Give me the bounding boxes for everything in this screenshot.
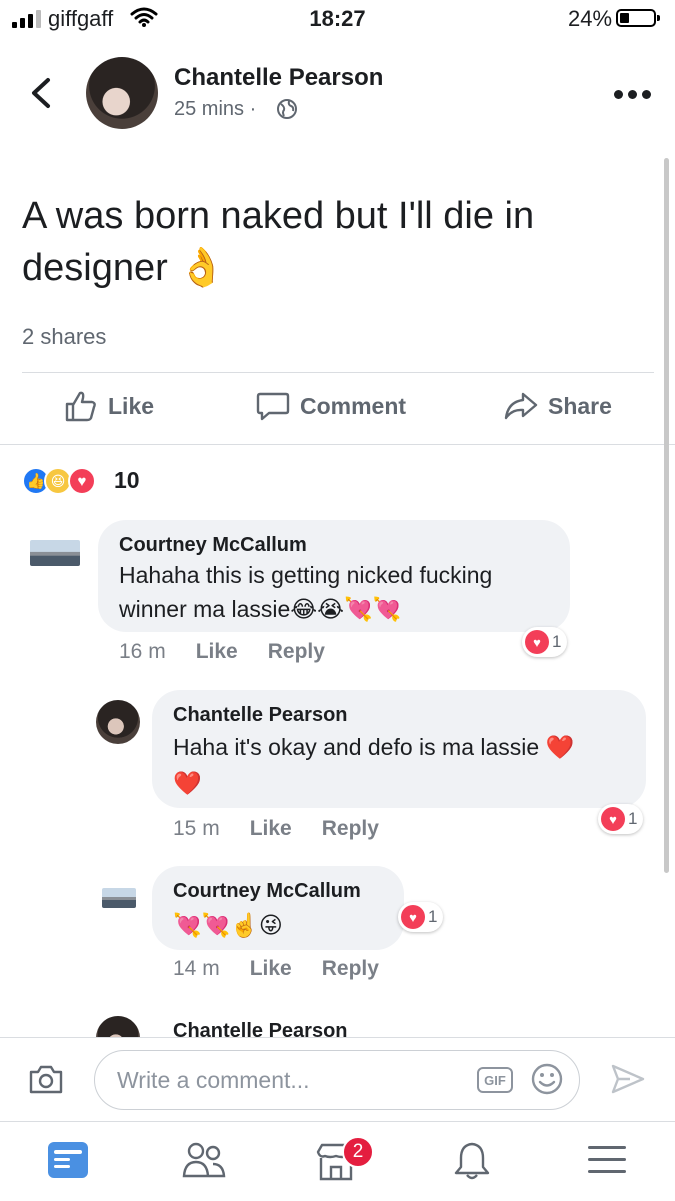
comment-meta: 14 m Like Reply [173, 957, 379, 981]
battery-percent: 24% [568, 6, 613, 31]
comment-time: 15 m [173, 817, 220, 840]
comment-time: 14 m [173, 957, 220, 980]
more-options-icon[interactable] [614, 90, 654, 100]
comment-author[interactable]: Courtney McCallum [119, 534, 307, 557]
comment-bubble: Courtney McCallum Hahaha this is getting… [98, 520, 570, 632]
comment-reaction-count: 1 [552, 632, 562, 651]
reaction-count: 10 [114, 467, 140, 493]
comment-text: Haha it's okay and defo is ma lassie ❤️ [173, 734, 575, 760]
comment-reaction-badge[interactable]: ♥ 1 [598, 804, 644, 834]
post-actions: Like Comment Share [0, 390, 675, 430]
status-bar: giffgaff 18:27 24% [0, 0, 675, 38]
heart-icon: ♥ [601, 807, 625, 831]
comment-text: winner ma lassie😂😭💘💘 [119, 596, 402, 622]
avatar[interactable] [96, 700, 140, 744]
heart-icon: ♥ [525, 630, 549, 654]
comment-reply-link[interactable]: Reply [322, 817, 379, 841]
comment-text: Hahaha this is getting nicked fucking [119, 562, 493, 588]
camera-icon[interactable] [28, 1063, 64, 1095]
comment-input[interactable]: Write a comment... GIF [94, 1050, 580, 1110]
meta-separator: · [249, 98, 257, 120]
gif-button[interactable]: GIF [477, 1067, 513, 1093]
comment-like-link[interactable]: Like [250, 817, 292, 841]
back-arrow-icon[interactable] [28, 76, 54, 110]
avatar[interactable] [30, 540, 80, 566]
post-text: A was born naked but I'll die in designe… [22, 195, 535, 289]
scrollbar[interactable] [664, 158, 669, 873]
comment-bubble: Chantelle Pearson Haha it's okay and def… [152, 690, 646, 808]
comment-like-link[interactable]: Like [250, 957, 292, 981]
comment-label: Comment [300, 392, 407, 419]
comment-meta: 16 m Like Reply [119, 640, 325, 664]
send-icon[interactable] [610, 1062, 646, 1096]
avatar[interactable] [102, 888, 136, 908]
comment-time: 16 m [119, 640, 166, 663]
comment-bubble-icon [256, 392, 290, 421]
reactions-summary[interactable]: 👍 😆 ♥ 10 [22, 467, 152, 497]
thumbs-up-icon [65, 391, 96, 422]
comment-meta: 15 m Like Reply [173, 817, 379, 841]
share-button[interactable]: Share [504, 390, 612, 422]
comment-text: 💘💘☝️😜 [173, 912, 283, 938]
comment-button[interactable]: Comment [256, 390, 406, 422]
menu-icon[interactable] [586, 1143, 628, 1177]
comment-input-placeholder: Write a comment... [117, 1067, 310, 1093]
comment-reaction-count: 1 [628, 809, 638, 828]
comment-like-link[interactable]: Like [196, 640, 238, 664]
notification-badge: 2 [342, 1136, 374, 1168]
emoji-icon[interactable] [530, 1062, 564, 1096]
like-label: Like [108, 392, 155, 419]
heart-icon: ♥ [401, 905, 425, 929]
share-label: Share [548, 392, 612, 419]
love-reaction-icon: ♥ [68, 467, 96, 495]
comment-reaction-badge[interactable]: ♥ 1 [522, 627, 568, 657]
author-avatar[interactable] [86, 57, 158, 129]
post-time: 25 mins [174, 98, 245, 120]
divider [0, 444, 675, 445]
comment-bubble: Courtney McCallum 💘💘☝️😜 [152, 866, 404, 950]
news-feed-icon[interactable] [46, 1140, 90, 1180]
share-arrow-icon [504, 392, 538, 420]
shares-count[interactable]: 2 shares [22, 324, 106, 350]
post-timestamp: 25 mins · [174, 98, 256, 121]
notifications-bell-icon[interactable] [452, 1140, 492, 1182]
divider [22, 372, 654, 373]
like-button[interactable]: Like [64, 390, 154, 422]
comment-reaction-badge[interactable]: ♥ 1 [398, 902, 444, 932]
globe-icon [277, 99, 297, 119]
comment-text: ❤️ [173, 770, 202, 796]
comment-author[interactable]: Chantelle Pearson [173, 704, 348, 727]
post-author-name[interactable]: Chantelle Pearson [174, 64, 383, 92]
battery-icon [616, 9, 660, 27]
friends-icon[interactable] [182, 1140, 226, 1180]
comment-reply-link[interactable]: Reply [268, 640, 325, 664]
comment-author[interactable]: Courtney McCallum [173, 880, 361, 903]
comment-reaction-count: 1 [428, 907, 438, 926]
comment-reply-link[interactable]: Reply [322, 957, 379, 981]
